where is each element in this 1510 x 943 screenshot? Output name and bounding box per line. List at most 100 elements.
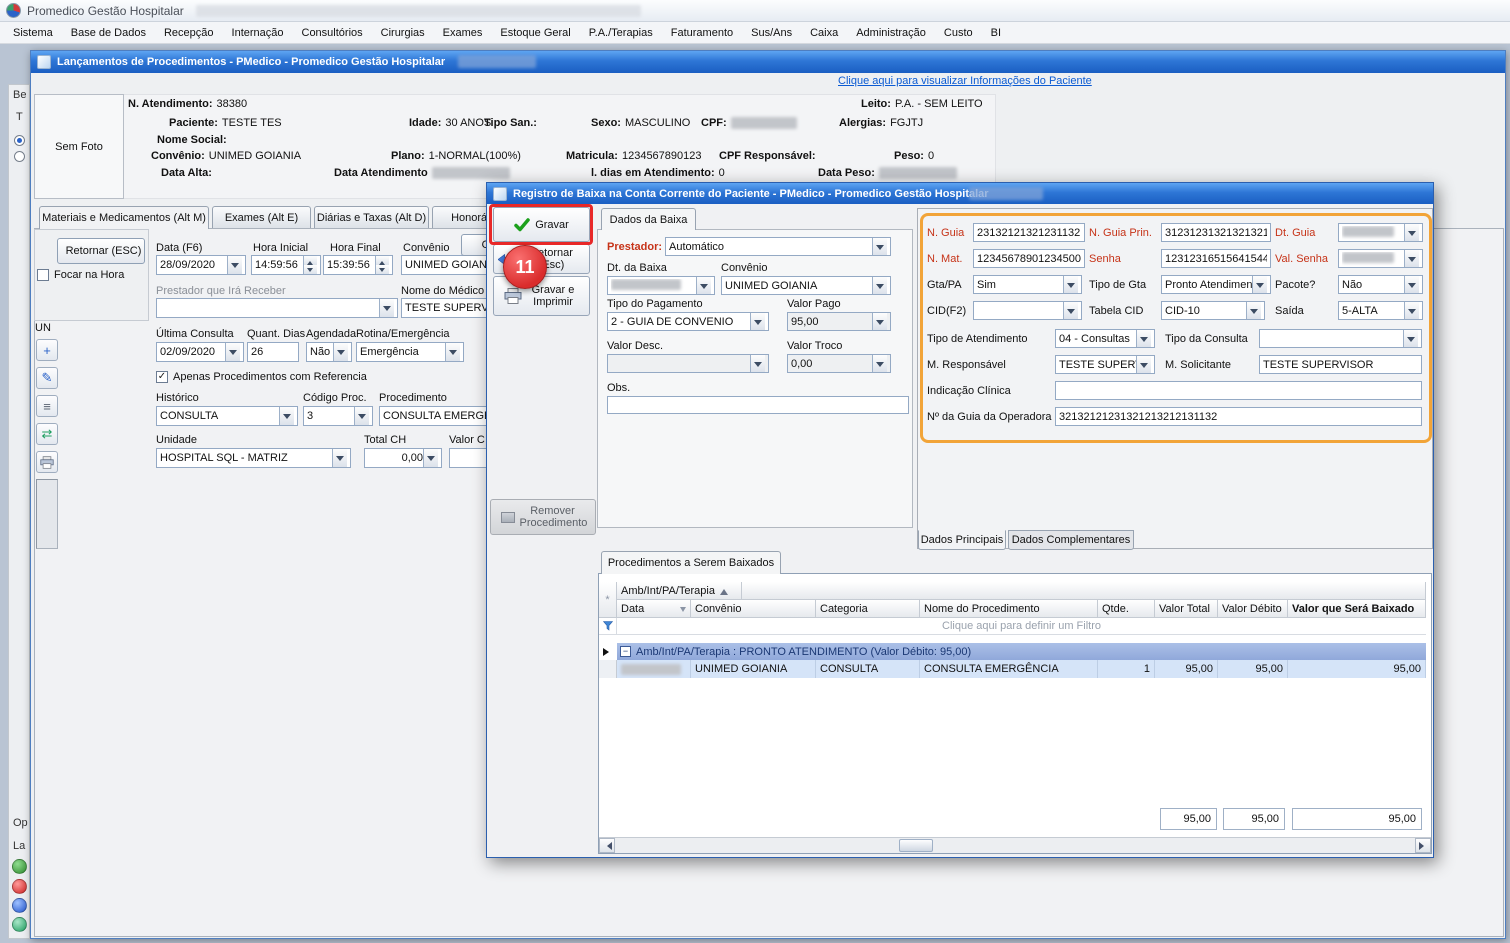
checkbox-unchecked[interactable] xyxy=(37,269,49,281)
m-responsavel-dropdown[interactable]: TESTE SUPERVISOR xyxy=(1055,355,1155,374)
dock-icon-teal[interactable] xyxy=(12,917,27,932)
chevron-down-icon[interactable] xyxy=(1063,276,1078,293)
retornar-esc-button[interactable]: Retornar (ESC) xyxy=(57,238,145,264)
n-guia-field[interactable]: 23132121321231132 xyxy=(973,223,1085,242)
tipo-gta-dropdown[interactable]: Pronto Atendimento xyxy=(1161,275,1271,294)
gta-pa-dropdown[interactable]: Sim xyxy=(973,275,1082,294)
pacote-dropdown[interactable]: Não xyxy=(1338,275,1423,294)
edit-icon[interactable]: ✎ xyxy=(36,367,58,389)
hora-inicial-spinner[interactable]: 14:59:56 xyxy=(251,255,321,275)
n-guia-prin-field[interactable]: 31231231321321321 xyxy=(1161,223,1271,242)
chevron-down-icon[interactable] xyxy=(1404,302,1419,319)
chevron-down-icon[interactable] xyxy=(872,313,887,330)
tipo-consulta-dropdown[interactable] xyxy=(1259,329,1422,348)
group-row[interactable]: −Amb/Int/PA/Terapia : PRONTO ATENDIMENTO… xyxy=(617,643,1426,660)
tab-diarias-taxas[interactable]: Diárias e Taxas (Alt D) xyxy=(314,206,429,228)
tab-exames[interactable]: Exames (Alt E) xyxy=(212,206,311,228)
gravar-button[interactable]: Gravar xyxy=(493,207,590,242)
tab-dados-principais[interactable]: Dados Principais xyxy=(918,530,1006,550)
chevron-down-icon[interactable] xyxy=(1063,302,1078,319)
guia-operadora-field[interactable]: 32132121231321213212131132 xyxy=(1055,407,1422,426)
unidade-dropdown[interactable]: HOSPITAL SQL - MATRIZ xyxy=(156,448,351,468)
saida-dropdown[interactable]: 5-ALTA xyxy=(1338,301,1423,320)
data-f6-dropdown[interactable]: 28/09/2020 xyxy=(156,255,246,275)
quant-dias-field[interactable]: 26 xyxy=(247,342,299,362)
chevron-down-icon[interactable] xyxy=(279,407,294,425)
chevron-down-icon[interactable] xyxy=(227,256,242,274)
tab-procedimentos-baixados[interactable]: Procedimentos a Serem Baixados xyxy=(601,551,781,574)
menu-item-pa-terapias[interactable]: P.A./Terapias xyxy=(580,24,662,42)
menu-item-base-de-dados[interactable]: Base de Dados xyxy=(62,24,155,42)
menu-item-caixa[interactable]: Caixa xyxy=(801,24,847,42)
tipo-atendimento-dropdown[interactable]: 04 - Consultas xyxy=(1055,329,1155,348)
add-icon[interactable]: + xyxy=(36,339,58,361)
chevron-down-icon[interactable] xyxy=(1403,330,1418,347)
convenio-baixa-dropdown[interactable]: UNIMED GOIANIA xyxy=(721,276,891,295)
checkbox-checked-icon[interactable]: ✓ xyxy=(156,371,168,383)
total-ch-field[interactable]: 0,00 xyxy=(364,448,442,468)
chevron-down-icon[interactable] xyxy=(333,343,348,361)
filter-icon-cell[interactable] xyxy=(599,618,617,635)
menu-item-sus-ans[interactable]: Sus/Ans xyxy=(742,24,801,42)
val-senha-dropdown[interactable] xyxy=(1338,249,1423,268)
menu-item-bi[interactable]: BI xyxy=(982,24,1010,42)
table-row[interactable]: UNIMED GOIANIA CONSULTA CONSULTA EMERGÊN… xyxy=(599,660,1426,678)
collapse-icon[interactable]: − xyxy=(620,646,631,657)
n-mat-field[interactable]: 12345678901234500 xyxy=(973,249,1085,268)
chevron-down-icon[interactable] xyxy=(872,277,887,294)
ultima-consulta-dropdown[interactable]: 02/09/2020 xyxy=(156,342,244,362)
patient-info-link[interactable]: Clique aqui para visualizar Informações … xyxy=(838,75,1092,87)
m-solicitante-field[interactable]: TESTE SUPERVISOR xyxy=(1259,355,1422,374)
grid-band-header[interactable]: Amb/Int/PA/Terapia xyxy=(617,582,742,600)
chevron-down-icon[interactable] xyxy=(1404,250,1419,267)
scrollbar-thumb[interactable] xyxy=(899,839,933,852)
chevron-down-icon[interactable] xyxy=(445,343,460,361)
transfer-icon[interactable]: ⇄ xyxy=(36,423,58,445)
menu-item-cirurgias[interactable]: Cirurgias xyxy=(372,24,434,42)
radio-option-2[interactable] xyxy=(14,151,25,162)
tab-materiais-medicamentos[interactable]: Materiais e Medicamentos (Alt M) xyxy=(39,206,209,229)
filter-row[interactable]: Clique aqui para definir um Filtro xyxy=(617,618,1426,635)
chevron-down-icon[interactable] xyxy=(750,313,765,330)
spinner-buttons-icon[interactable] xyxy=(303,256,317,274)
radio-option-1[interactable] xyxy=(14,135,25,146)
filter-dropdown-icon[interactable] xyxy=(680,607,686,615)
menu-item-consultorios[interactable]: Consultórios xyxy=(293,24,372,42)
dock-icon-green[interactable] xyxy=(12,859,27,874)
window-titlebar[interactable]: Lançamentos de Procedimentos - PMedico -… xyxy=(31,51,1505,73)
chevron-down-icon[interactable] xyxy=(750,355,765,372)
chevron-down-icon[interactable] xyxy=(1252,276,1267,293)
prestador-dropdown[interactable]: Automático xyxy=(665,237,891,256)
spinner-buttons-icon[interactable] xyxy=(375,256,389,274)
chevron-down-icon[interactable] xyxy=(1404,276,1419,293)
senha-field[interactable]: 12312316515641544 xyxy=(1161,249,1271,268)
dt-guia-dropdown[interactable] xyxy=(1338,223,1423,242)
menu-item-exames[interactable]: Exames xyxy=(434,24,492,42)
indicacao-clinica-field[interactable] xyxy=(1055,381,1422,400)
tab-dados-complementares[interactable]: Dados Complementares xyxy=(1008,530,1134,550)
chevron-down-icon[interactable] xyxy=(696,277,711,294)
valor-pago-field[interactable]: 95,00 xyxy=(787,312,891,331)
chevron-down-icon[interactable] xyxy=(1246,302,1261,319)
col-header-valor-debito[interactable]: Valor Débito xyxy=(1218,600,1288,618)
obs-field[interactable] xyxy=(607,396,909,414)
historico-dropdown[interactable]: CONSULTA xyxy=(156,406,298,426)
valor-desc-dropdown[interactable] xyxy=(607,354,769,373)
dt-baixa-dropdown[interactable] xyxy=(607,276,715,295)
scroll-left-button[interactable] xyxy=(599,838,615,853)
chevron-down-icon[interactable] xyxy=(872,238,887,255)
chevron-down-icon[interactable] xyxy=(423,449,438,467)
prestador-receber-dropdown[interactable] xyxy=(156,298,398,318)
menu-item-administracao[interactable]: Administração xyxy=(847,24,935,42)
scroll-right-button[interactable] xyxy=(1415,838,1431,853)
agendada-dropdown[interactable]: Não xyxy=(306,342,352,362)
focar-na-hora-checkbox[interactable]: Focar na Hora xyxy=(37,269,124,281)
menu-item-recepcao[interactable]: Recepção xyxy=(155,24,223,42)
menu-item-internacao[interactable]: Internação xyxy=(223,24,293,42)
tab-dados-da-baixa[interactable]: Dados da Baixa xyxy=(601,208,696,230)
col-header-data[interactable]: Data xyxy=(617,600,691,618)
list-icon[interactable]: ≡ xyxy=(36,395,58,417)
chevron-down-icon[interactable] xyxy=(332,449,347,467)
col-header-valor-baixado[interactable]: Valor que Será Baixado xyxy=(1288,600,1426,618)
col-header-convenio[interactable]: Convênio xyxy=(691,600,816,618)
